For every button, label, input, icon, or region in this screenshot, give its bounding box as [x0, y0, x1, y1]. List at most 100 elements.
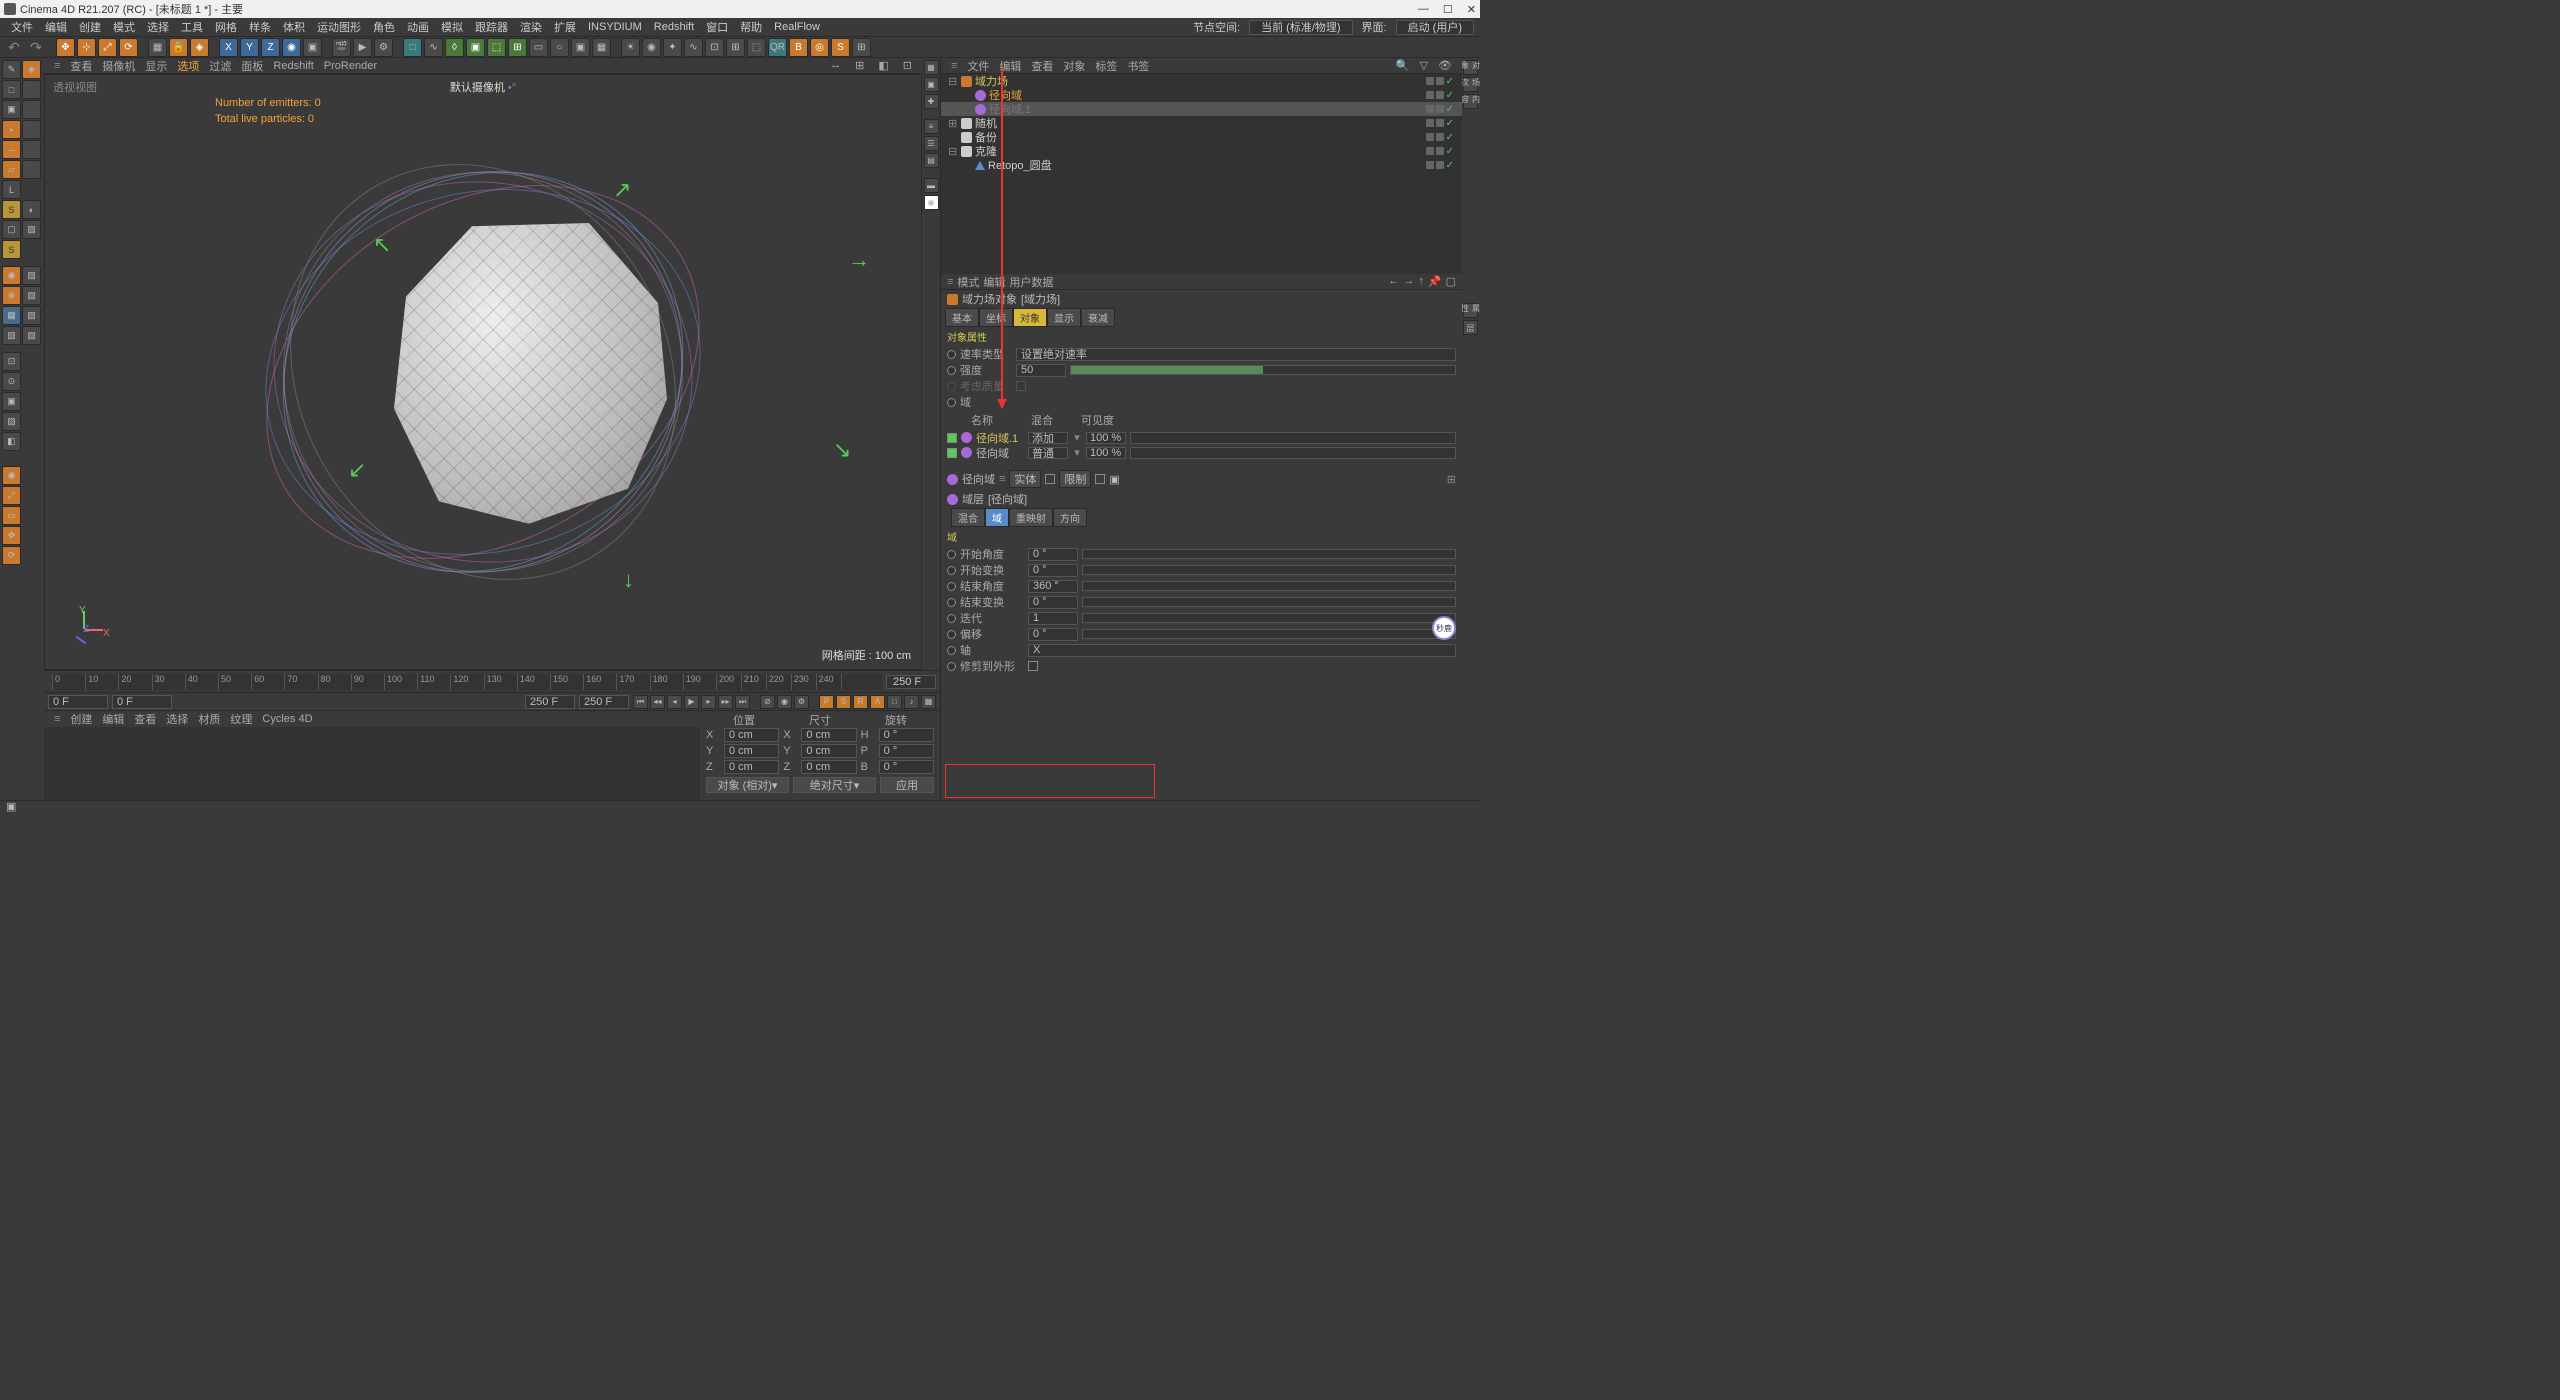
extra-2[interactable]: ◉: [642, 38, 661, 57]
primitive-cube[interactable]: □: [403, 38, 422, 57]
vside-1[interactable]: ▦: [924, 60, 939, 75]
coord-size-combo[interactable]: 绝对尺寸 ▾: [793, 777, 876, 793]
ltool-point[interactable]: •: [2, 120, 21, 139]
obj-menu-view[interactable]: 查看: [1027, 58, 1057, 74]
menu-mesh[interactable]: 网格: [210, 19, 242, 35]
viewport[interactable]: 透视视图 默认摄像机 •° Number of emitters: 0 Tota…: [44, 74, 922, 670]
layer-tab-blend[interactable]: 混合: [951, 508, 985, 527]
coord-size-y[interactable]: 0 cm: [801, 744, 856, 758]
play-end[interactable]: ⏭: [735, 695, 750, 709]
ltool-h2[interactable]: ▨: [22, 266, 41, 285]
extra-target[interactable]: ◎: [810, 38, 829, 57]
mat-menu-view[interactable]: 查看: [130, 711, 160, 727]
layer-tab-direction[interactable]: 方向: [1053, 508, 1087, 527]
vside-5[interactable]: ☰: [924, 136, 939, 151]
ltool-g2[interactable]: ▨: [22, 220, 41, 239]
menu-create[interactable]: 创建: [74, 19, 106, 35]
extra-1[interactable]: ☀: [621, 38, 640, 57]
key-pla[interactable]: □: [887, 695, 902, 709]
tree-row[interactable]: 备份 ✓: [941, 130, 1462, 144]
mat-menu-cycles[interactable]: Cycles 4D: [258, 713, 316, 725]
tool-rotate[interactable]: ⟳: [119, 38, 138, 57]
render-edit[interactable]: ⚙: [374, 38, 393, 57]
strength-input[interactable]: 50: [1016, 364, 1066, 377]
slim-1[interactable]: 对象: [1463, 60, 1478, 75]
menu-animate[interactable]: 动画: [402, 19, 434, 35]
menu-help[interactable]: 帮助: [735, 19, 767, 35]
coord-apply-button[interactable]: 应用: [880, 777, 934, 793]
nodespace-combo[interactable]: 当前 (标准/物理): [1249, 20, 1352, 35]
axis-z[interactable]: Z: [261, 38, 280, 57]
menu-file[interactable]: 文件: [6, 19, 38, 35]
vp-menu-redshift[interactable]: Redshift: [269, 60, 317, 72]
coord-size-x[interactable]: 0 cm: [801, 728, 856, 742]
menu-edit[interactable]: 编辑: [40, 19, 72, 35]
object-tree[interactable]: ⊟ 域力场 ✓ 径向域 ✓ 径向域.1 ✓ ⊞ 随机 ✓ 备份 ✓ ⊟ 克隆 ✓…: [941, 74, 1462, 274]
obj-menu-bookmarks[interactable]: 书签: [1123, 58, 1153, 74]
ltool-q1[interactable]: ⤢: [2, 486, 21, 505]
ltool-o1[interactable]: ◧: [2, 432, 21, 451]
vside-8[interactable]: ◉: [924, 195, 939, 210]
key-a[interactable]: A: [870, 695, 885, 709]
tree-row[interactable]: ⊟ 域力场 ✓: [941, 74, 1462, 88]
menu-realflow[interactable]: RealFlow: [769, 21, 825, 33]
layout-combo[interactable]: 启动 (用户): [1396, 20, 1474, 35]
menu-tracker[interactable]: 跟踪器: [470, 19, 513, 35]
obj-menu-tags[interactable]: 标签: [1091, 58, 1121, 74]
ltool-editable[interactable]: ✎: [2, 60, 21, 79]
vp-menu-view[interactable]: 查看: [66, 58, 96, 74]
vp-nav-icon4[interactable]: ⊡: [899, 59, 916, 72]
ltool-j1[interactable]: ▦: [2, 306, 21, 325]
attr-tab-coord[interactable]: 坐标: [979, 308, 1013, 327]
coord-size-z[interactable]: 0 cm: [801, 760, 856, 774]
strength-slider[interactable]: [1070, 365, 1456, 375]
tree-row[interactable]: ⊟ 克隆 ✓: [941, 144, 1462, 158]
ltool-modelmode[interactable]: ◈: [22, 60, 41, 79]
menu-window[interactable]: 窗口: [701, 19, 733, 35]
axis-x[interactable]: X: [219, 38, 238, 57]
play-start[interactable]: ⏮: [633, 695, 648, 709]
render-settings[interactable]: ▶: [353, 38, 372, 57]
ltool-b1[interactable]: ▣: [2, 100, 21, 119]
attr-menu-mode[interactable]: 模式: [957, 274, 979, 290]
ltool-b2[interactable]: [22, 100, 41, 119]
ltool-a2[interactable]: [22, 80, 41, 99]
layer-tab-remap[interactable]: 重映射: [1009, 508, 1053, 527]
vp-menu-panel[interactable]: 面板: [237, 58, 267, 74]
menu-select[interactable]: 选择: [142, 19, 174, 35]
tree-row[interactable]: 径向域.1 ✓: [941, 102, 1462, 116]
ltool-i1[interactable]: ⊕: [2, 286, 21, 305]
menu-tools[interactable]: 工具: [176, 19, 208, 35]
tool-lastused[interactable]: ▦: [148, 38, 167, 57]
extra-3[interactable]: ✦: [663, 38, 682, 57]
ltool-k2[interactable]: ▨: [22, 326, 41, 345]
vside-7[interactable]: ▬: [924, 178, 939, 193]
attr-menu-edit[interactable]: 编辑: [983, 274, 1005, 290]
menu-volume[interactable]: 体积: [278, 19, 310, 35]
menu-spline[interactable]: 样条: [244, 19, 276, 35]
sub-tag-limit[interactable]: 限制: [1059, 470, 1091, 488]
ltool-obj[interactable]: □: [2, 80, 21, 99]
ltool-f2[interactable]: ◐: [22, 200, 41, 219]
generator-subdiv[interactable]: ◊: [445, 38, 464, 57]
coord-rot-h[interactable]: 0 °: [879, 728, 934, 742]
menu-mograph[interactable]: 运动图形: [312, 19, 366, 35]
ltool-m1[interactable]: ▣: [2, 392, 21, 411]
vp-nav-icon3[interactable]: ◧: [874, 59, 892, 72]
generator-cloner[interactable]: ⊞: [508, 38, 527, 57]
key-sound[interactable]: ♪: [904, 695, 919, 709]
ltool-g1[interactable]: ▢: [2, 220, 21, 239]
vp-menu-display[interactable]: 显示: [141, 58, 171, 74]
ltool-i2[interactable]: ▨: [22, 286, 41, 305]
menu-insydium[interactable]: INSYDIUM: [583, 21, 647, 33]
ltool-axis[interactable]: L: [2, 180, 21, 199]
ltool-poly[interactable]: ▱: [2, 160, 21, 179]
extra-b[interactable]: B: [789, 38, 808, 57]
primitive-spline[interactable]: ∿: [424, 38, 443, 57]
ltool-k1[interactable]: ▧: [2, 326, 21, 345]
ltool-s2[interactable]: S: [2, 240, 21, 259]
ltool-d2[interactable]: [22, 140, 41, 159]
coord-mode-combo[interactable]: 对象 (相对) ▾: [706, 777, 789, 793]
key-s[interactable]: S: [836, 695, 851, 709]
tool-lock[interactable]: 🔒: [169, 38, 188, 57]
